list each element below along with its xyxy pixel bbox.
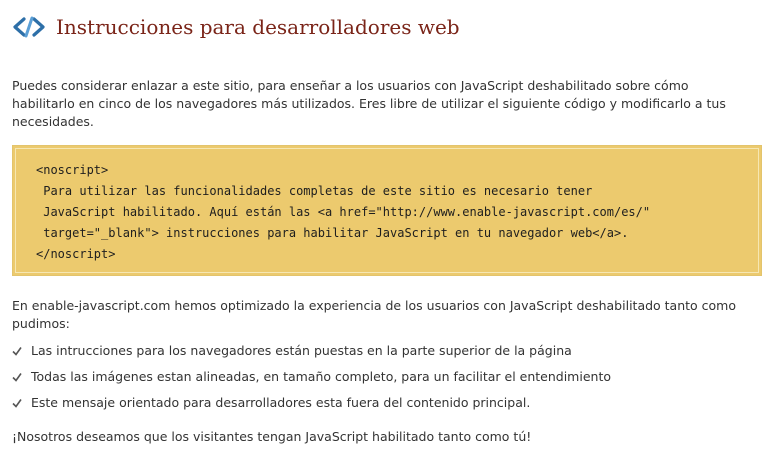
optimization-paragraph: En enable-javascript.com hemos optimizad… [12,298,737,331]
list-item-label: Las intrucciones para los navegadores es… [31,343,572,358]
check-icon [12,399,22,408]
check-icon [12,373,22,382]
intro-paragraph: Puedes considerar enlazar a este sitio, … [12,78,726,129]
page-title: Instrucciones para desarrolladores web [56,15,460,39]
code-brackets-icon [13,16,45,38]
closing-paragraph: ¡Nosotros deseamos que los visitantes te… [12,429,532,444]
list-item: Las intrucciones para los navegadores es… [12,338,611,364]
list-item-label: Este mensaje orientado para desarrollado… [31,395,531,410]
feature-list: Las intrucciones para los navegadores es… [12,338,611,416]
code-snippet-box[interactable]: <noscript> Para utilizar las funcionalid… [12,145,762,276]
list-item-label: Todas las imágenes estan alineadas, en t… [31,369,611,384]
check-icon [12,347,22,356]
code-snippet[interactable]: <noscript> Para utilizar las funcionalid… [36,160,650,265]
section-header: Instrucciones para desarrolladores web [12,14,460,40]
list-item: Todas las imágenes estan alineadas, en t… [12,364,611,390]
list-item: Este mensaje orientado para desarrollado… [12,390,611,416]
